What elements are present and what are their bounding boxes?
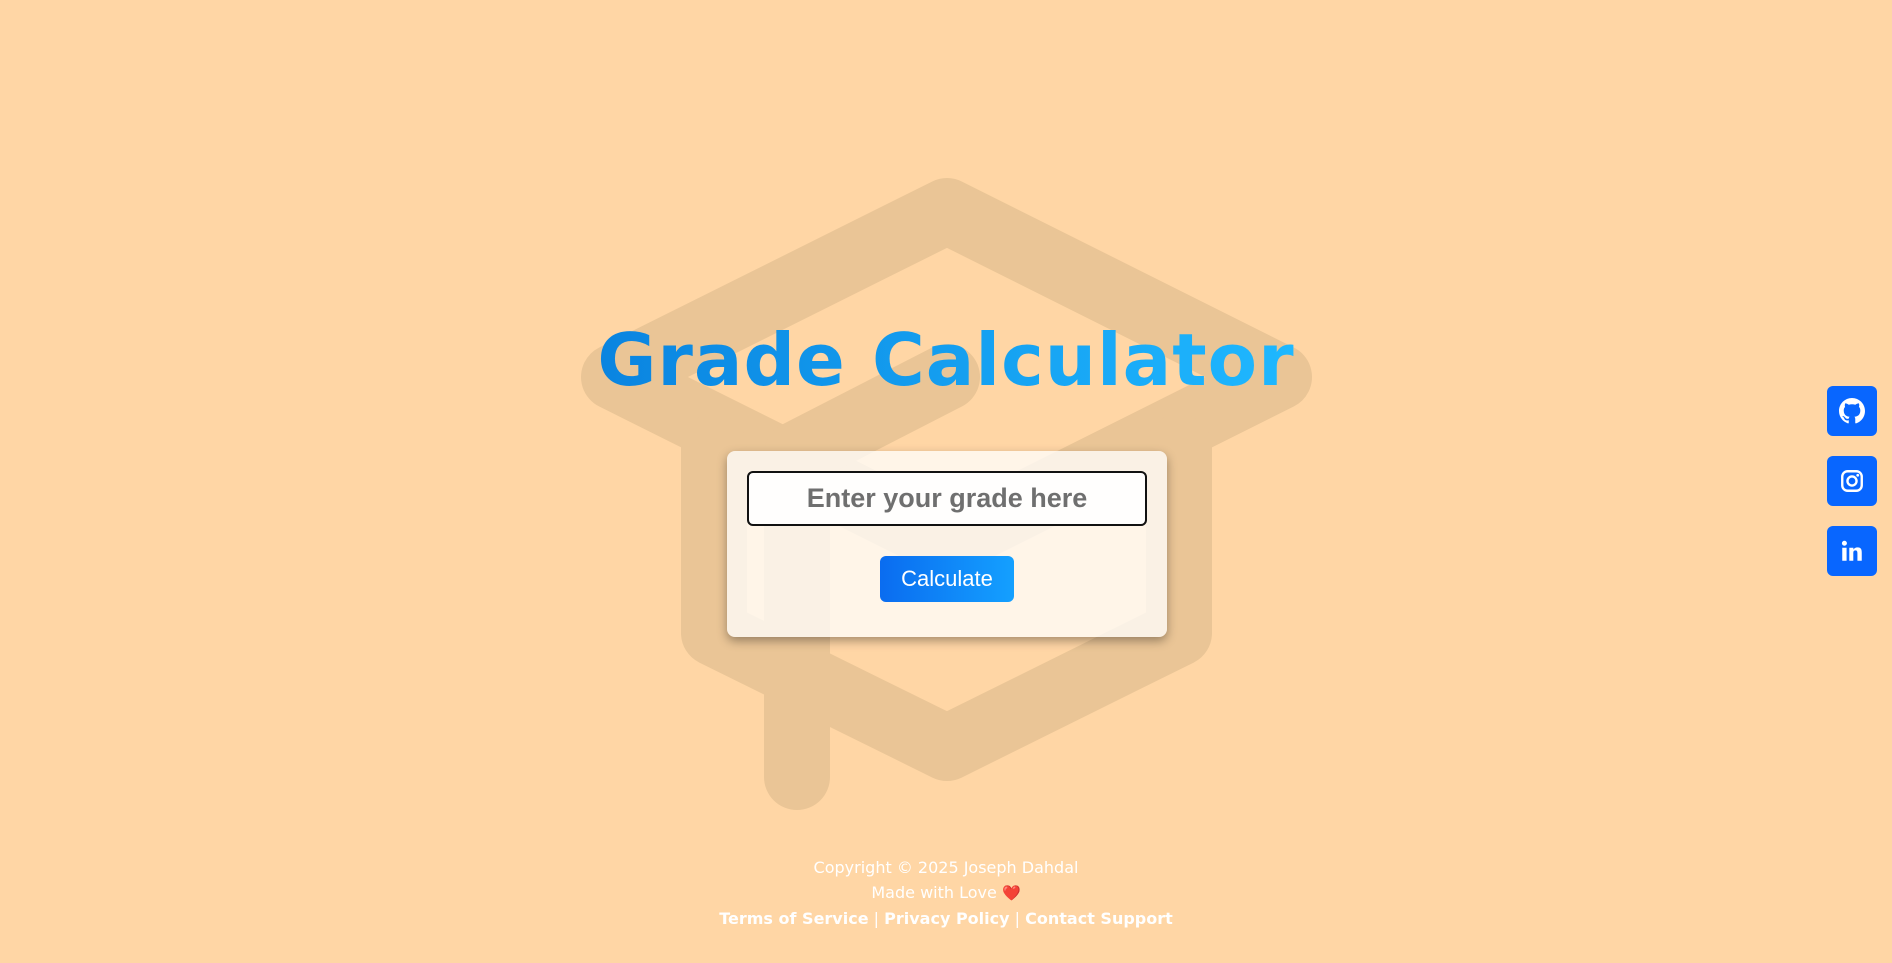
privacy-policy-link[interactable]: Privacy Policy [884,909,1009,928]
linkedin-link[interactable] [1827,526,1877,576]
copyright-text: Copyright © 2025 Joseph Dahdal [813,858,1079,877]
heart-icon: ❤️ [1001,884,1021,902]
footer-links: Terms of Service | Privacy Policy | Cont… [0,906,1892,931]
page-title: Grade Calculator [0,318,1892,402]
contact-support-link[interactable]: Contact Support [1025,909,1173,928]
link-separator: | [873,909,880,928]
instagram-link[interactable] [1827,456,1877,506]
grade-form-card: Calculate [727,451,1167,637]
made-with-text: Made with Love [871,883,997,902]
linkedin-icon [1841,540,1862,561]
instagram-icon [1841,470,1863,492]
page-title-text: Grade Calculator [597,318,1295,402]
terms-of-service-link[interactable]: Terms of Service [719,909,868,928]
footer: Copyright © 2025 Joseph Dahdal Made with… [0,855,1892,931]
made-with-love: Made with Love ❤️ [0,880,1892,906]
link-separator: | [1014,909,1021,928]
github-link[interactable] [1827,386,1877,436]
grade-input[interactable] [747,471,1147,526]
github-icon [1839,398,1865,424]
calculate-button[interactable]: Calculate [880,556,1014,602]
